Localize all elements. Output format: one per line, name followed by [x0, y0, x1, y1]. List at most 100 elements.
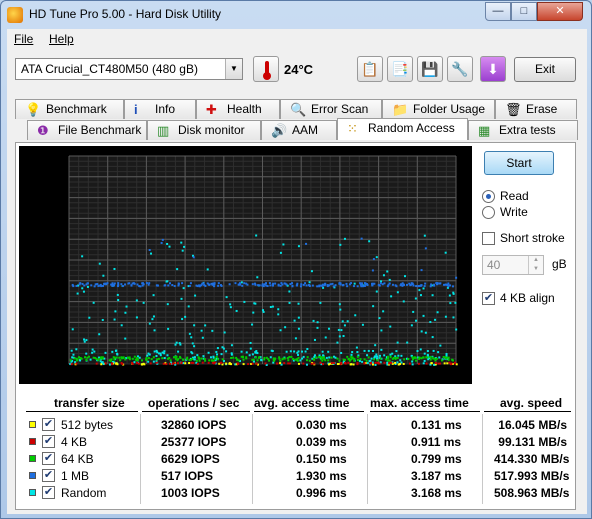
series-visible-checkbox[interactable]: ✔ [42, 452, 55, 465]
spin-updown-icon[interactable]: ▲ ▼ [528, 256, 543, 274]
short-stroke-size-input[interactable]: 40 ▲ ▼ [482, 255, 544, 275]
tab-disk-monitor[interactable]: ▥ Disk monitor [147, 120, 261, 140]
save-button[interactable]: 💾 [417, 56, 443, 82]
data-point-random [412, 310, 415, 313]
data-point-random [338, 303, 341, 306]
data-point-64-kb [133, 355, 136, 358]
data-point-random [301, 350, 304, 353]
x-tick-label: 336 [331, 370, 349, 382]
data-point-4-kb [330, 362, 333, 365]
tab-benchmark[interactable]: 💡 Benchmark [15, 99, 124, 119]
data-point-random [179, 343, 182, 346]
read-label[interactable]: Read [500, 189, 529, 203]
data-point-1-mb [202, 282, 205, 285]
data-point-random [93, 350, 96, 353]
write-label[interactable]: Write [500, 205, 528, 219]
tab-health[interactable]: ✚ Health [196, 99, 280, 119]
menu-help[interactable]: Help [49, 32, 74, 46]
data-point-random [399, 359, 402, 362]
data-point-random [163, 350, 166, 353]
tab-aam[interactable]: 🔊 AAM [261, 120, 337, 140]
header-divider [484, 411, 571, 412]
data-point-64-kb [168, 357, 171, 360]
data-point-64-kb [422, 356, 425, 359]
tab-random-access[interactable]: ⁙ Random Access [337, 118, 468, 140]
data-point-4-kb [110, 363, 113, 366]
table-row: ✔ Random 1003 IOPS 0.996 ms 3.168 ms 508.963 … [26, 485, 571, 502]
short-stroke-checkbox[interactable] [482, 232, 495, 245]
data-point-64-kb [75, 357, 78, 360]
data-point-random [313, 338, 316, 341]
data-point-random [248, 354, 251, 357]
data-point-1-mb [339, 282, 342, 285]
start-button[interactable]: Start [484, 151, 554, 175]
data-point-1-mb [299, 285, 302, 288]
data-point-random [89, 358, 92, 361]
copy-screenshot-button[interactable]: 📑 [387, 56, 413, 82]
data-point-random [249, 341, 252, 344]
data-point-1-mb [192, 256, 195, 259]
data-point-1-mb [124, 283, 127, 286]
data-point-64-kb [435, 357, 438, 360]
data-point-random [201, 336, 204, 339]
data-point-random [115, 349, 118, 352]
data-point-1-mb [139, 285, 142, 288]
data-point-4-kb [378, 362, 381, 365]
data-point-random [297, 245, 300, 248]
chevron-down-icon[interactable]: ▼ [225, 59, 242, 79]
data-point-1-mb [121, 284, 124, 287]
write-radio[interactable] [482, 206, 495, 219]
data-point-4-kb [207, 361, 210, 364]
data-point-64-kb [434, 359, 437, 362]
title-bar[interactable]: HD Tune Pro 5.00 - Hard Disk Utility — □… [1, 1, 591, 28]
short-stroke-label[interactable]: Short stroke [500, 231, 565, 245]
data-point-random [117, 299, 120, 302]
data-point-4-kb [162, 362, 165, 365]
data-point-1-mb [262, 285, 265, 288]
data-point-random [255, 234, 258, 237]
data-point-random [193, 324, 196, 327]
tab-file-benchmark[interactable]: ❶ File Benchmark [27, 120, 147, 140]
data-point-4-kb [287, 362, 290, 365]
tab-error-scan[interactable]: 🔍 Error Scan [280, 99, 382, 119]
close-button[interactable]: ✕ [537, 2, 583, 21]
maximize-button[interactable]: □ [511, 2, 537, 21]
minimize-button[interactable]: — [485, 2, 511, 21]
series-visible-checkbox[interactable]: ✔ [42, 418, 55, 431]
data-point-64-kb [387, 357, 390, 360]
menu-file[interactable]: File [14, 32, 33, 46]
series-visible-checkbox[interactable]: ✔ [42, 469, 55, 482]
download-button[interactable]: ⬇ [480, 56, 506, 82]
series-visible-checkbox[interactable]: ✔ [42, 486, 55, 499]
tab-extra-tests[interactable]: ▦ Extra tests [468, 120, 578, 140]
data-point-4-kb [70, 363, 73, 366]
data-point-1-mb [136, 283, 139, 286]
data-point-random [375, 353, 378, 356]
data-point-random [313, 354, 316, 357]
data-point-64-kb [305, 359, 308, 362]
data-point-random [277, 313, 280, 316]
series-visible-checkbox[interactable]: ✔ [42, 435, 55, 448]
align-label[interactable]: 4 KB align [500, 291, 555, 305]
tab-folder-usage[interactable]: 📁 Folder Usage [382, 99, 495, 119]
data-point-1-mb [173, 285, 176, 288]
drive-select[interactable]: ATA Crucial_CT480M50 (480 gB) ▼ [15, 58, 243, 80]
options-button[interactable]: 🔧 [447, 56, 473, 82]
exit-button[interactable]: Exit [514, 57, 576, 82]
data-point-1-mb [254, 283, 257, 286]
data-point-1-mb [296, 282, 299, 285]
tab-erase[interactable]: 🗑 Erase [495, 99, 577, 119]
data-point-random [216, 347, 219, 350]
data-point-random [135, 316, 138, 319]
header-avg-access: avg. access time [254, 396, 350, 410]
copy-text-button[interactable]: 📋 [357, 56, 383, 82]
read-radio[interactable] [482, 190, 495, 203]
data-point-64-kb [119, 359, 122, 362]
align-checkbox[interactable]: ✔ [482, 292, 495, 305]
data-point-4-kb [176, 362, 179, 365]
data-point-random [167, 327, 170, 330]
data-point-random [372, 305, 375, 308]
data-point-random [251, 353, 254, 356]
tab-info[interactable]: i Info [124, 99, 196, 119]
data-point-4-kb [347, 361, 350, 364]
